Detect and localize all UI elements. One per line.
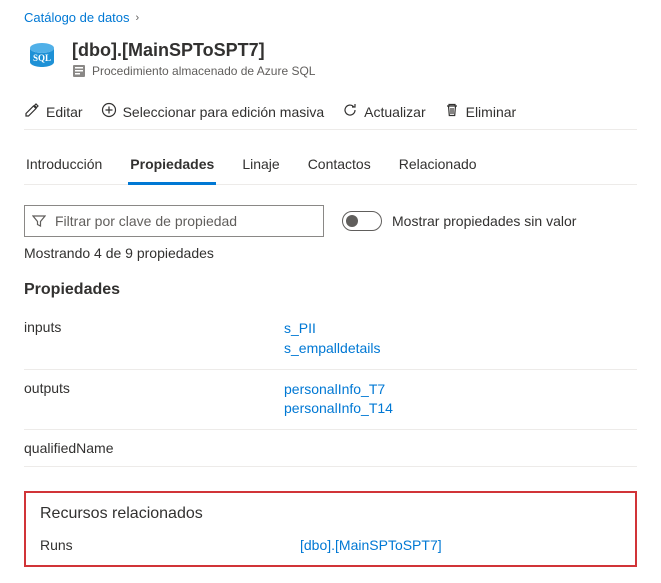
filter-input[interactable]	[24, 205, 324, 237]
trash-icon	[444, 102, 460, 121]
bulk-label: Seleccionar para edición masiva	[123, 104, 325, 120]
property-value	[284, 440, 637, 456]
property-value-item[interactable]: personalInfo_T14	[284, 399, 637, 419]
procedure-icon	[72, 64, 86, 78]
property-key: qualifiedName	[24, 440, 284, 456]
related-value[interactable]: [dbo].[MainSPToSPT7]	[300, 537, 621, 553]
filter-input-wrap	[24, 205, 324, 237]
refresh-icon	[342, 102, 358, 121]
property-value-item[interactable]: s_PII	[284, 319, 637, 339]
tab-lineage[interactable]: Linaje	[240, 150, 281, 185]
property-value-item[interactable]: personalInfo_T7	[284, 380, 637, 400]
property-value-item[interactable]: s_empalldetails	[284, 339, 637, 359]
edit-button[interactable]: Editar	[24, 102, 83, 121]
related-section-title: Recursos relacionados	[40, 505, 621, 523]
properties-section-title: Propiedades	[24, 281, 637, 299]
svg-text:SQL: SQL	[33, 53, 51, 63]
property-row-outputs: outputs personalInfo_T7 personalInfo_T14	[24, 370, 637, 430]
tabs: Introducción Propiedades Linaje Contacto…	[24, 138, 637, 185]
page-title: [dbo].[MainSPToSPT7]	[72, 39, 315, 62]
property-row-inputs: inputs s_PII s_empalldetails	[24, 309, 637, 369]
chevron-right-icon: ›	[136, 12, 140, 24]
refresh-label: Actualizar	[364, 104, 425, 120]
bulk-select-button[interactable]: Seleccionar para edición masiva	[101, 102, 325, 121]
delete-button[interactable]: Eliminar	[444, 102, 517, 121]
subtitle-text: Procedimiento almacenado de Azure SQL	[92, 64, 315, 78]
property-value: personalInfo_T7 personalInfo_T14	[284, 380, 637, 419]
delete-label: Eliminar	[466, 104, 517, 120]
pencil-icon	[24, 102, 40, 121]
property-count: Mostrando 4 de 9 propiedades	[24, 245, 637, 261]
toolbar: Editar Seleccionar para edición masiva A…	[24, 96, 637, 130]
breadcrumb-root[interactable]: Catálogo de datos	[24, 10, 130, 25]
page-subtitle: Procedimiento almacenado de Azure SQL	[72, 64, 315, 78]
related-key: Runs	[40, 537, 300, 553]
toggle-label: Mostrar propiedades sin valor	[392, 213, 576, 229]
related-row-runs: Runs [dbo].[MainSPToSPT7]	[40, 537, 621, 553]
related-resources-box: Recursos relacionados Runs [dbo].[MainSP…	[24, 491, 637, 567]
property-row-qualifiedname: qualifiedName	[24, 430, 637, 467]
toggle-switch-icon	[342, 211, 382, 231]
tab-properties[interactable]: Propiedades	[128, 150, 216, 185]
edit-label: Editar	[46, 104, 83, 120]
property-value: s_PII s_empalldetails	[284, 319, 637, 358]
page-header: SQL [dbo].[MainSPToSPT7] Procedimiento a…	[24, 39, 637, 78]
plus-circle-icon	[101, 102, 117, 121]
breadcrumb: Catálogo de datos ›	[24, 10, 637, 25]
sql-stored-procedure-icon: SQL	[24, 39, 60, 75]
property-key: outputs	[24, 380, 284, 419]
property-key: inputs	[24, 319, 284, 358]
tab-contacts[interactable]: Contactos	[306, 150, 373, 185]
tab-related[interactable]: Relacionado	[397, 150, 479, 185]
tab-introduction[interactable]: Introducción	[24, 150, 104, 185]
refresh-button[interactable]: Actualizar	[342, 102, 425, 121]
filter-row: Mostrar propiedades sin valor	[24, 205, 637, 237]
filter-icon	[32, 214, 46, 228]
show-empty-toggle[interactable]: Mostrar propiedades sin valor	[342, 211, 576, 231]
